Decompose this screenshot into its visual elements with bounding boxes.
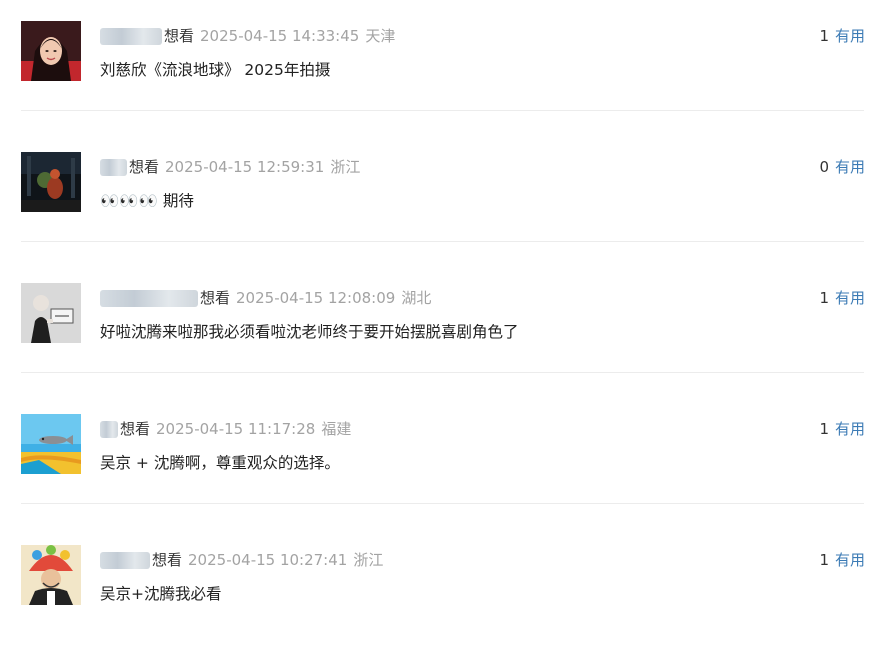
comment-time: 2025-04-15 12:08:09 [236,289,396,307]
comment-header: 想看 2025-04-15 12:59:31 浙江 [100,156,360,178]
comment-header: 想看 2025-04-15 12:08:09 湖北 [100,287,431,309]
user-avatar[interactable] [21,545,81,605]
divider [21,372,864,373]
vote-area: 1 有用 [819,25,865,47]
user-avatar[interactable] [21,21,81,81]
avatar-colorful-hat-icon [21,545,81,605]
comment-location: 天津 [365,27,396,45]
user-avatar[interactable] [21,152,81,212]
comment-time: 2025-04-15 11:17:28 [156,420,316,438]
comment-item: 想看 2025-04-15 14:33:45 天津 1 有用 刘慈欣《流浪地球》 … [0,0,895,131]
user-name[interactable] [100,289,198,307]
comment-location: 浙江 [353,551,384,569]
comment-time: 2025-04-15 12:59:31 [165,158,325,176]
rating-status: 想看 [120,420,151,438]
divider [21,110,864,111]
comment-text: 刘慈欣《流浪地球》 2025年拍摄 [100,61,331,79]
useful-button[interactable]: 有用 [835,289,865,307]
comment-header: 想看 2025-04-15 10:27:41 浙江 [100,549,383,571]
comment-item: 想看 2025-04-15 10:27:41 浙江 1 有用 吴京+沈腾我必看 [0,524,895,655]
comment-header: 想看 2025-04-15 14:33:45 天津 [100,25,395,47]
comment-text: 吴京 + 沈腾啊，尊重观众的选择。 [100,454,340,472]
vote-count: 1 [819,289,829,307]
avatar-man-sign-icon [21,283,81,343]
useful-button[interactable]: 有用 [835,551,865,569]
useful-button[interactable]: 有用 [835,27,865,45]
vote-area: 1 有用 [819,549,865,571]
comment-location: 湖北 [401,289,432,307]
rating-status: 想看 [200,289,231,307]
avatar-woman-red-icon [21,21,81,81]
user-avatar[interactable] [21,283,81,343]
vote-area: 1 有用 [819,418,865,440]
vote-count: 1 [819,551,829,569]
vote-count: 1 [819,420,829,438]
vote-area: 0 有用 [819,156,865,178]
useful-button[interactable]: 有用 [835,420,865,438]
divider [21,503,864,504]
user-name[interactable] [100,420,118,438]
rating-status: 想看 [152,551,183,569]
comment-text: 好啦沈腾来啦那我必须看啦沈老师终于要开始摆脱喜剧角色了 [100,323,519,341]
comment-time: 2025-04-15 10:27:41 [188,551,348,569]
vote-area: 1 有用 [819,287,865,309]
user-name[interactable] [100,551,150,569]
avatar-beach-fish-icon [21,414,81,474]
comment-list: 想看 2025-04-15 14:33:45 天津 1 有用 刘慈欣《流浪地球》 … [0,0,895,624]
comment-text: 吴京+沈腾我必看 [100,585,222,603]
comment-item: 想看 2025-04-15 11:17:28 福建 1 有用 吴京 + 沈腾啊，尊… [0,393,895,524]
divider [21,241,864,242]
comment-location: 福建 [321,420,352,438]
rating-status: 想看 [129,158,160,176]
comment-location: 浙江 [330,158,361,176]
rating-status: 想看 [164,27,195,45]
comment-header: 想看 2025-04-15 11:17:28 福建 [100,418,351,440]
comment-text: 👀👀👀 期待 [100,192,194,210]
user-avatar[interactable] [21,414,81,474]
user-name[interactable] [100,158,127,176]
comment-item: 想看 2025-04-15 12:08:09 湖北 1 有用 好啦沈腾来啦那我必须… [0,262,895,393]
vote-count: 1 [819,27,829,45]
useful-button[interactable]: 有用 [835,158,865,176]
avatar-dark-scene-icon [21,152,81,212]
user-name[interactable] [100,27,162,45]
vote-count: 0 [819,158,829,176]
comment-time: 2025-04-15 14:33:45 [200,27,360,45]
comment-item: 想看 2025-04-15 12:59:31 浙江 0 有用 👀👀👀 期待 [0,131,895,262]
